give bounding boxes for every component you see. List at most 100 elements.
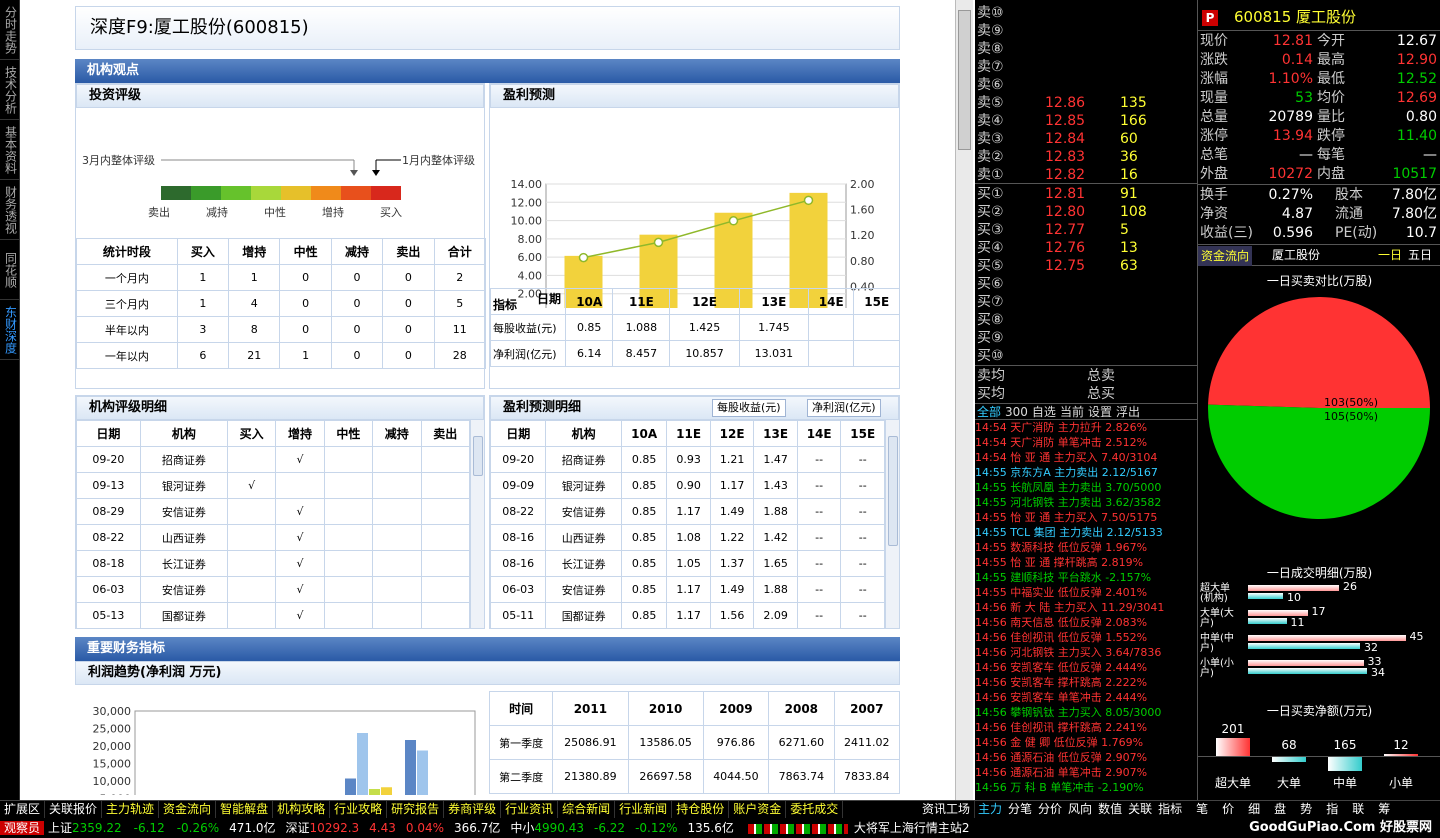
ticker-tab[interactable]: 全部: [975, 405, 1003, 419]
fn-tab[interactable]: 资讯工场: [918, 801, 975, 818]
nav-0[interactable]: 分时走势: [0, 0, 20, 60]
tab-fund-flow[interactable]: 资金流向: [1198, 246, 1253, 266]
table-header: 增持: [275, 420, 325, 447]
rating-detail-scrollbar[interactable]: [470, 420, 484, 628]
right-fn-tab[interactable]: 分笔: [1005, 801, 1035, 818]
ask-row: 卖④ 12.85 166: [975, 112, 1197, 130]
tab-five-day[interactable]: 五日: [1408, 245, 1432, 265]
fn-tab[interactable]: 持仓股份: [672, 801, 730, 818]
fn-tab[interactable]: 委托成交: [786, 801, 844, 818]
ask-label: 卖③: [977, 131, 1004, 147]
fn-tab[interactable]: 扩展区: [0, 801, 46, 818]
right-fn-tab[interactable]: 笔: [1193, 801, 1211, 818]
bar: [405, 740, 416, 795]
right-fn-tab[interactable]: 指标: [1155, 801, 1185, 818]
table-cell: 1.42: [753, 524, 798, 551]
ticker-row: 14:55 建顺科技 平台跳水 -2.157%: [975, 571, 1152, 584]
fn-tab[interactable]: 行业攻略: [330, 801, 388, 818]
table-cell: 长江证券: [545, 550, 622, 577]
nav-5[interactable]: 东财深度: [0, 300, 20, 360]
right-fn-tab[interactable]: 关联: [1125, 801, 1155, 818]
right-fn-tab[interactable]: 风向: [1065, 801, 1095, 818]
right-fn-tab[interactable]: 分价: [1035, 801, 1065, 818]
fn-tab[interactable]: 券商评级: [444, 801, 502, 818]
fn-tab[interactable]: 行业新闻: [615, 801, 673, 818]
ticker-row: 14:54 天广消防 主力拉升 2.826%: [975, 421, 1148, 434]
ask-row: 卖⑤ 12.86 135: [975, 94, 1197, 112]
ticker-tab[interactable]: 300: [1003, 405, 1030, 419]
right-fn-tab[interactable]: 主力: [975, 801, 1005, 818]
right-fn-tab[interactable]: 价: [1219, 801, 1237, 818]
quote-label: 最低: [1317, 71, 1345, 87]
ticker-tab[interactable]: 自选: [1030, 405, 1058, 419]
ticker-row: 14:55 数源科技 低位反弹 1.967%: [975, 541, 1148, 554]
nav-3[interactable]: 财务透视: [0, 180, 20, 240]
table-cell: 国都证券: [545, 602, 622, 628]
fn-tab[interactable]: 研究报告: [387, 801, 445, 818]
right-fn-tab[interactable]: 指: [1323, 801, 1341, 818]
function-bar: 扩展区 关联报价 主力轨迹 资金流向 智能解盘 机构攻略 行业攻略 研究报告 券商评级 行业资讯综…: [0, 800, 975, 818]
tab-one-day[interactable]: 一日: [1378, 245, 1402, 265]
ticker-tab[interactable]: 当前: [1058, 405, 1086, 419]
table-header: 10A: [620, 420, 668, 447]
fn-tab[interactable]: 账户资金: [729, 801, 787, 818]
table-header: 14E: [808, 288, 855, 315]
ask-label: 卖⑩: [977, 5, 1004, 21]
fn-tab[interactable]: 行业资讯: [501, 801, 559, 818]
table-cell: [853, 314, 900, 341]
right-fn-tab[interactable]: 筹: [1375, 801, 1393, 818]
tab-eps[interactable]: 每股收益(元): [712, 399, 786, 417]
table-header: 卖出: [382, 238, 435, 265]
table-header: 日期: [76, 420, 141, 447]
right-fn-tab[interactable]: 数值: [1095, 801, 1125, 818]
quote-label: PE(动): [1335, 225, 1378, 241]
table-cell: 三个月内: [76, 290, 178, 317]
fn-tab[interactable]: 主力轨迹: [102, 801, 160, 818]
fn-tab[interactable]: 资金流向: [159, 801, 217, 818]
fn-tab[interactable]: 关联报价: [45, 801, 103, 818]
eps-point: [578, 252, 589, 263]
right-fn-tab[interactable]: 联: [1349, 801, 1367, 818]
fn-tab[interactable]: 智能解盘: [216, 801, 274, 818]
forecast-detail-scrollbar[interactable]: [885, 420, 899, 628]
quote-value: 12.69: [1396, 90, 1437, 106]
table-cell: 1.425: [669, 314, 740, 341]
right-fn-tab[interactable]: 势: [1297, 801, 1315, 818]
nav-2[interactable]: 基本资料: [0, 120, 20, 180]
table-cell: √: [275, 524, 325, 551]
bid-row: 买⑨: [975, 329, 1197, 347]
rating-scale: 3月内整体评级 1月内整体评级 卖出 减持 中性 增持 买入: [82, 153, 475, 219]
bid-label: 买⑤: [977, 258, 1004, 274]
fn-tab[interactable]: 机构攻略: [273, 801, 331, 818]
corner-bottom: 指标: [493, 298, 518, 312]
nav-4[interactable]: 同花顺: [0, 240, 20, 300]
forecast-table: 日期 指标 10A 11E 12E 13E 14E 15E 每股收益(元) 0.85 1.088 1…: [490, 288, 900, 367]
main-scrollbar[interactable]: [955, 0, 973, 800]
right-fn-tab[interactable]: 盘: [1271, 801, 1289, 818]
ask-row: 卖② 12.83 36: [975, 148, 1197, 166]
scale-segment: [281, 186, 311, 200]
quote-value: 11.40: [1396, 128, 1437, 144]
table-cell: [226, 446, 277, 473]
table-cell: 1.49: [709, 498, 755, 525]
table-cell: 08-16: [490, 524, 547, 551]
table-row: 09-09 银河证券 0.85 0.90 1.17 1.43 -- --: [490, 472, 885, 499]
table-cell: 0: [382, 342, 435, 369]
sh-pct: -0.26%: [176, 821, 220, 835]
tab-net-profit[interactable]: 净利润(亿元): [807, 399, 881, 417]
bid-row: 买⑧: [975, 311, 1197, 329]
quote-label: 现量: [1200, 90, 1228, 106]
table-cell: 1.745: [738, 314, 810, 341]
scale-segment: [251, 186, 281, 200]
y-tick-label: 5,000: [100, 793, 132, 796]
table-cell: 1.56: [709, 602, 755, 628]
nav-1[interactable]: 技术分析: [0, 60, 20, 120]
ticker-tab[interactable]: 浮出: [1114, 405, 1142, 419]
detail-row: 中单(中户) 45 32: [1198, 630, 1440, 654]
quote-value: —: [1299, 147, 1313, 163]
table-cell: 09-20: [76, 446, 141, 473]
ticker-tab[interactable]: 设置: [1086, 405, 1114, 419]
right-fn-tab[interactable]: 细: [1245, 801, 1263, 818]
fn-tab[interactable]: 综合新闻: [558, 801, 616, 818]
quote-row: 涨幅 1.10% 最低 12.52: [1198, 70, 1440, 89]
